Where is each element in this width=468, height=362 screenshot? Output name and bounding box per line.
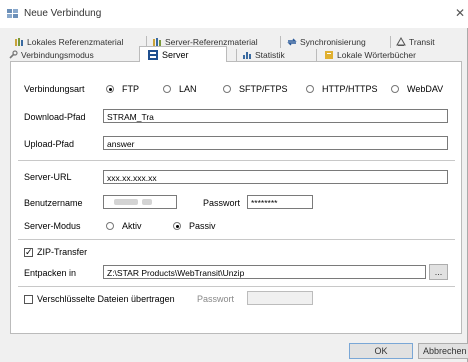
tab-divider <box>280 36 281 48</box>
books-icon <box>15 38 23 46</box>
username-input[interactable] <box>103 195 177 209</box>
radio-label: Passiv <box>189 221 216 231</box>
tab-label: Transit <box>409 37 435 47</box>
wrench-icon <box>9 50 18 59</box>
server-settings-panel: Verbindungsart FTP LAN SFTP/FTPS HTTP/HT… <box>10 61 462 334</box>
dialog-window: Neue Verbindung ✕ Lokales Referenzmateri… <box>0 0 468 362</box>
zip-transfer-label: ZIP-Transfer <box>37 247 88 257</box>
tab-label: Verbindungsmodus <box>21 50 94 60</box>
tab-transit[interactable]: Transit <box>396 36 435 48</box>
tab-label: Synchronisierung <box>300 37 366 47</box>
ok-button[interactable]: OK <box>349 343 413 359</box>
tab-local-reference[interactable]: Lokales Referenzmaterial <box>14 36 123 48</box>
radio-label: LAN <box>179 84 197 94</box>
cancel-button[interactable]: Abbrechen <box>418 343 468 359</box>
redacted-username <box>142 199 152 205</box>
server-url-input[interactable]: xxx.xx.xxx.xx <box>103 170 448 184</box>
encrypted-password-label: Passwort <box>197 294 235 304</box>
zip-transfer-checkbox[interactable] <box>24 246 33 258</box>
tab-divider <box>236 49 237 61</box>
tab-label: Server <box>162 49 189 60</box>
username-label: Benutzername <box>24 198 83 208</box>
password-input[interactable]: ******** <box>247 195 313 209</box>
server-mode-label: Server-Modus <box>24 221 81 231</box>
tab-divider <box>390 36 391 48</box>
sync-icon <box>287 38 297 46</box>
tab-connection-mode[interactable]: Verbindungsmodus <box>8 49 94 61</box>
encrypted-files-checkbox[interactable] <box>24 295 33 304</box>
close-icon[interactable]: ✕ <box>455 6 465 20</box>
tab-label: Lokales Referenzmaterial <box>27 37 124 47</box>
unpack-to-label: Entpacken in <box>24 268 77 278</box>
redacted-username <box>114 199 138 205</box>
tab-local-dictionaries[interactable]: Lokale Wörterbücher <box>324 49 416 61</box>
radio-label: WebDAV <box>407 84 444 94</box>
encrypted-password-input[interactable] <box>247 291 313 305</box>
divider <box>18 239 455 240</box>
radio-http-https[interactable]: HTTP/HTTPS <box>306 84 378 94</box>
dictionary-icon <box>325 51 333 59</box>
radio-button <box>163 85 171 93</box>
window-title: Neue Verbindung <box>24 8 102 19</box>
tab-statistics[interactable]: Statistik <box>242 49 285 61</box>
radio-label: Aktiv <box>122 221 142 231</box>
server-icon <box>148 49 158 60</box>
radio-label: FTP <box>122 84 139 94</box>
connection-type-label: Verbindungsart <box>24 84 85 94</box>
tab-synchronization[interactable]: Synchronisierung <box>287 36 366 48</box>
divider <box>18 286 455 287</box>
unpack-path-input[interactable]: Z:\STAR Products\WebTransit\Unzip <box>103 265 426 279</box>
tab-divider <box>316 49 317 61</box>
radio-passive[interactable]: Passiv <box>173 221 216 231</box>
transit-icon <box>396 37 406 46</box>
chart-icon <box>243 52 251 59</box>
radio-button <box>306 85 314 93</box>
tab-server[interactable]: Server <box>139 46 227 62</box>
radio-button <box>173 222 181 230</box>
tab-row-bottom: Verbindungsmodus Statistik Lokale Wörter… <box>6 49 462 61</box>
app-icon <box>7 9 18 18</box>
radio-lan[interactable]: LAN <box>163 84 197 94</box>
radio-button <box>391 85 399 93</box>
radio-label: SFTP/FTPS <box>239 84 288 94</box>
title-bar: Neue Verbindung ✕ <box>0 0 468 28</box>
radio-webdav[interactable]: WebDAV <box>391 84 443 94</box>
password-label: Passwort <box>203 198 241 208</box>
radio-button <box>106 222 114 230</box>
browse-button[interactable]: ... <box>429 264 448 280</box>
radio-ftp[interactable]: FTP <box>106 84 139 94</box>
radio-button <box>223 85 231 93</box>
tab-row-top: Lokales Referenzmaterial Server-Referenz… <box>6 36 462 48</box>
upload-path-label: Upload-Pfad <box>24 139 75 149</box>
server-url-label: Server-URL <box>24 172 72 182</box>
upload-path-input[interactable]: answer <box>103 136 448 150</box>
radio-active[interactable]: Aktiv <box>106 221 142 231</box>
divider <box>18 160 455 161</box>
encrypted-files-label: Verschlüsselte Dateien übertragen <box>37 294 175 304</box>
tab-label: Lokale Wörterbücher <box>337 50 416 60</box>
download-path-label: Download-Pfad <box>24 112 86 122</box>
radio-label: HTTP/HTTPS <box>322 84 378 94</box>
download-path-input[interactable]: STRAM_Tra <box>103 109 448 123</box>
radio-sftp-ftps[interactable]: SFTP/FTPS <box>223 84 288 94</box>
radio-button <box>106 85 114 93</box>
tab-label: Statistik <box>255 50 285 60</box>
